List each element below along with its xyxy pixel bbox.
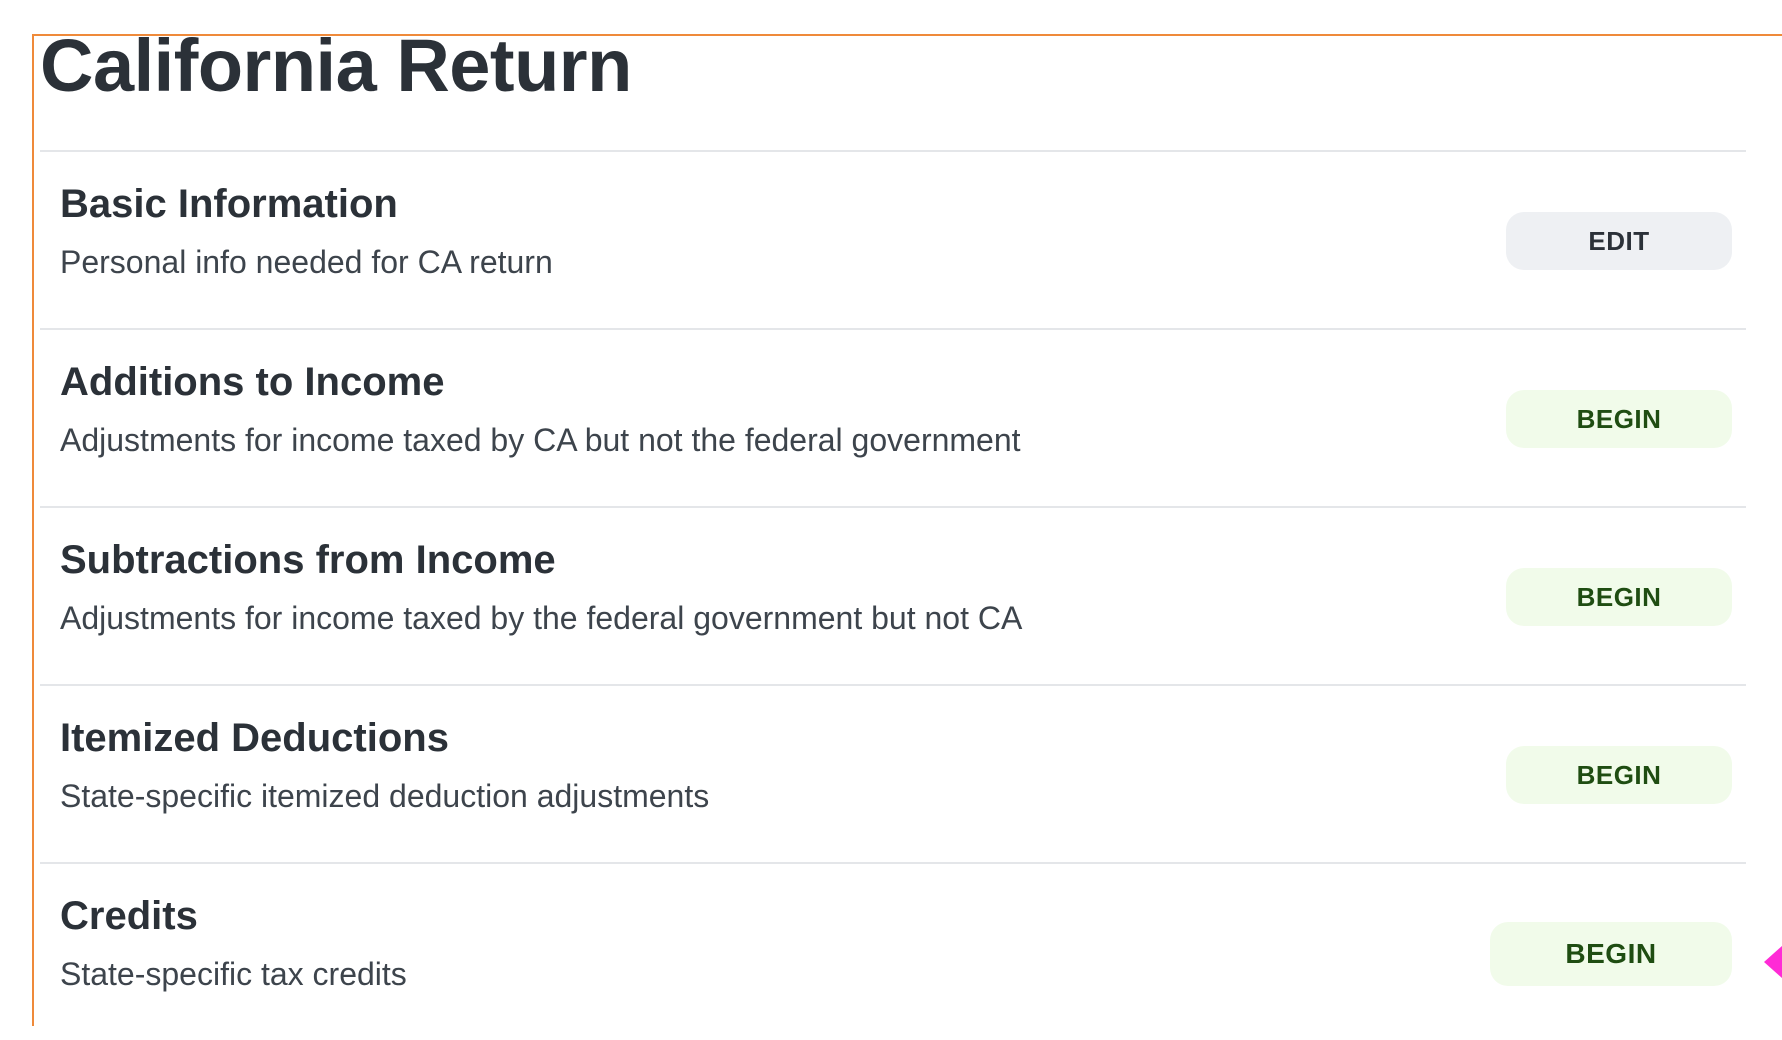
section-title: Subtractions from Income: [60, 538, 556, 582]
section-row-subtractions-from-income: Subtractions from Income Adjustments for…: [40, 506, 1746, 684]
section-title: Itemized Deductions: [60, 716, 449, 760]
section-row-additions-to-income: Additions to Income Adjustments for inco…: [40, 328, 1746, 506]
section-title: Credits: [60, 894, 198, 938]
section-row-credits: Credits State-specific tax credits BEGIN: [40, 862, 1746, 1040]
section-description: Personal info needed for CA return: [60, 244, 553, 280]
page-title: California Return: [40, 24, 632, 107]
section-title: Basic Information: [60, 182, 398, 226]
begin-button-subtractions-from-income[interactable]: BEGIN: [1506, 568, 1732, 626]
cursor-marker-icon: [1764, 946, 1782, 978]
section-description: Adjustments for income taxed by CA but n…: [60, 422, 1021, 458]
edit-button-basic-information[interactable]: EDIT: [1506, 212, 1732, 270]
section-row-basic-information: Basic Information Personal info needed f…: [40, 150, 1746, 328]
begin-button-itemized-deductions[interactable]: BEGIN: [1506, 746, 1732, 804]
begin-button-additions-to-income[interactable]: BEGIN: [1506, 390, 1732, 448]
section-row-itemized-deductions: Itemized Deductions State-specific itemi…: [40, 684, 1746, 862]
section-description: State-specific itemized deduction adjust…: [60, 778, 710, 814]
begin-button-credits[interactable]: BEGIN: [1490, 922, 1732, 986]
section-description: Adjustments for income taxed by the fede…: [60, 600, 1023, 636]
section-title: Additions to Income: [60, 360, 445, 404]
section-description: State-specific tax credits: [60, 956, 407, 992]
section-list: Basic Information Personal info needed f…: [40, 150, 1746, 1040]
